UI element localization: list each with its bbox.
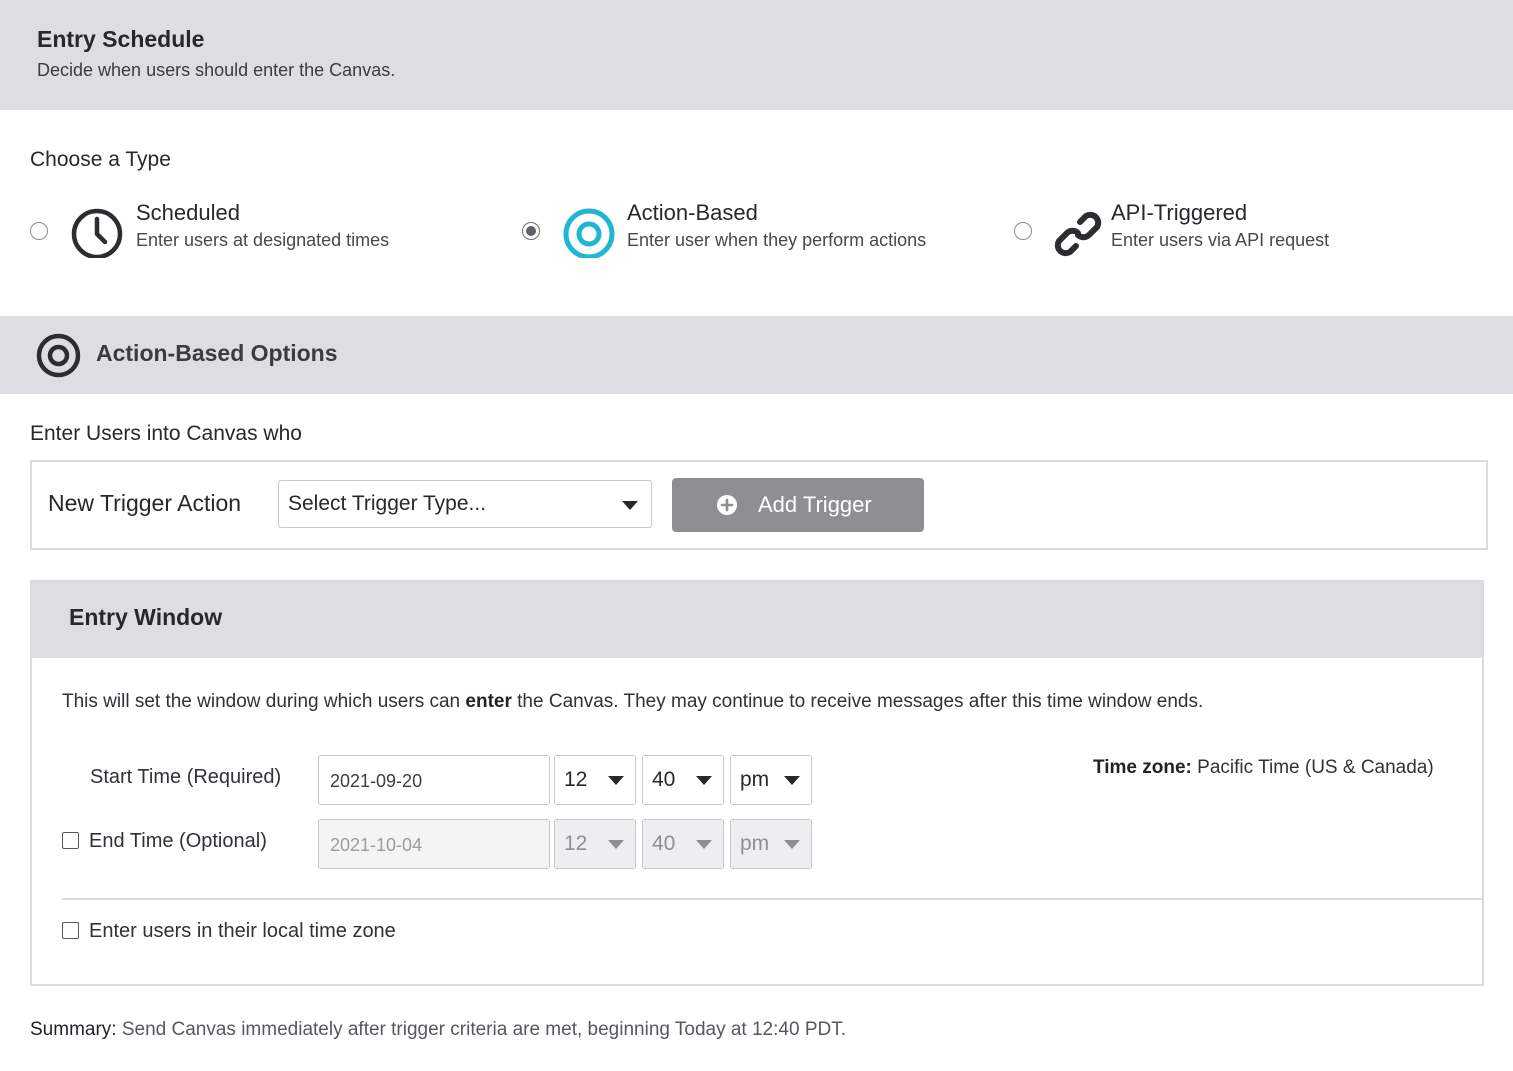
plus-circle-icon [717,495,737,515]
chevron-down-icon [622,501,638,510]
chevron-down-icon [608,776,624,785]
start-minute-value: 40 [652,768,676,791]
end-minute-select[interactable]: 40 [642,819,724,869]
chevron-down-icon [608,840,624,849]
type-option-action-based[interactable]: Action-Based Enter user when they perfor… [522,198,962,262]
new-trigger-action-label: New Trigger Action [48,490,242,516]
chevron-down-icon [696,776,712,785]
action-based-radio[interactable] [522,222,540,240]
local-timezone-label: Enter users in their local time zone [89,920,396,942]
start-date-value: 2021-09-20 [330,771,423,791]
description-text: the Canvas. They may continue to receive… [511,691,1204,712]
summary-value: Send Canvas immediately after trigger cr… [116,1019,846,1040]
add-trigger-label: Add Trigger [758,492,872,517]
end-time-checkbox[interactable] [62,832,79,849]
end-ampm-value: pm [740,832,770,855]
start-time-label: Start Time (Required) [90,766,282,788]
start-hour-value: 12 [564,768,588,791]
entry-window-header [32,582,1482,658]
start-ampm-value: pm [740,768,770,791]
trigger-type-select[interactable]: Select Trigger Type... [278,480,652,528]
target-icon [36,333,81,378]
page-subtitle: Decide when users should enter the Canva… [37,60,396,80]
type-option-api-triggered[interactable]: API-Triggered Enter users via API reques… [1014,198,1374,262]
local-timezone-checkbox[interactable] [62,922,79,939]
entry-schedule-header [0,0,1513,110]
end-hour-select[interactable]: 12 [554,819,636,869]
target-icon [563,208,615,258]
action-based-options-title: Action-Based Options [96,340,338,366]
description-text: This will set the window during which us… [62,691,466,712]
end-date-input[interactable]: 2021-10-04 [318,819,550,869]
scheduled-description: Enter users at designated times [136,230,390,250]
link-icon [1054,211,1102,257]
action-based-title: Action-Based [627,200,758,225]
timezone-text: Time zone: Pacific Time (US & Canada) [1093,757,1434,779]
divider [62,898,1482,900]
start-ampm-select[interactable]: pm [730,755,812,805]
timezone-label: Time zone: [1093,757,1192,778]
chevron-down-icon [696,840,712,849]
summary-text: Summary: Send Canvas immediately after t… [30,1019,846,1041]
start-date-input[interactable]: 2021-09-20 [318,755,550,805]
entry-window-description: This will set the window during which us… [62,691,1203,713]
chevron-down-icon [784,776,800,785]
trigger-type-value: Select Trigger Type... [288,492,487,515]
start-hour-select[interactable]: 12 [554,755,636,805]
end-time-label: End Time (Optional) [89,830,267,852]
api-triggered-radio[interactable] [1014,222,1032,240]
start-minute-select[interactable]: 40 [642,755,724,805]
timezone-value: Pacific Time (US & Canada) [1191,757,1434,778]
type-option-scheduled[interactable]: Scheduled Enter users at designated time… [30,198,450,262]
enter-users-label: Enter Users into Canvas who [30,422,302,445]
description-emphasis: enter [465,691,512,712]
scheduled-radio[interactable] [30,222,48,240]
page-title: Entry Schedule [37,26,205,52]
summary-label: Summary: [30,1019,117,1040]
api-triggered-title: API-Triggered [1111,200,1248,225]
choose-type-label: Choose a Type [30,148,171,171]
entry-window-title: Entry Window [69,604,223,630]
end-minute-value: 40 [652,832,676,855]
api-triggered-description: Enter users via API request [1111,230,1330,250]
end-ampm-select[interactable]: pm [730,819,812,869]
clock-icon [71,208,123,258]
chevron-down-icon [784,840,800,849]
add-trigger-button[interactable]: Add Trigger [672,478,924,532]
scheduled-title: Scheduled [136,200,240,225]
end-hour-value: 12 [564,832,588,855]
action-based-description: Enter user when they perform actions [627,230,927,250]
end-date-value: 2021-10-04 [330,835,423,855]
